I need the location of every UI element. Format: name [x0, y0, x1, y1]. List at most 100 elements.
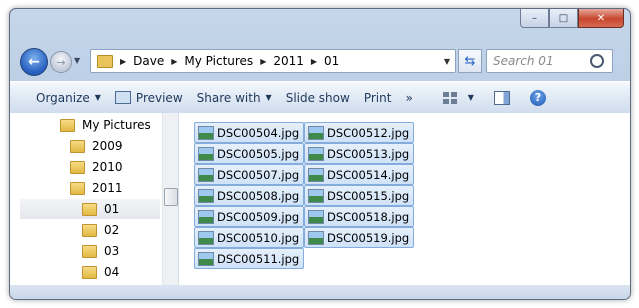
breadcrumb-dave[interactable]: Dave [133, 54, 164, 68]
preview-pane-button[interactable] [493, 90, 510, 105]
file-name: DSC00514.jpg [327, 167, 410, 182]
image-file-icon [198, 167, 214, 182]
tree-item-label: 2009 [92, 139, 123, 153]
tree-item-03[interactable]: 03 [82, 241, 119, 261]
file-name: DSC00504.jpg [217, 125, 300, 140]
navigation-pane: My Pictures 2009 2010 2011 01 02 03 04 [10, 113, 179, 285]
file-item[interactable]: DSC00513.jpg [304, 143, 415, 164]
close-button[interactable]: ✕ [578, 9, 624, 28]
tree-item-01[interactable]: 01 [20, 199, 160, 219]
address-bar[interactable]: ▶ Dave ▶ My Pictures ▶ 2011 ▶ 01 ▼ [90, 49, 456, 73]
tree-item-label: 2010 [92, 160, 123, 174]
folder-icon [60, 118, 75, 132]
file-name: DSC00518.jpg [327, 209, 410, 224]
scrollbar-thumb[interactable] [164, 188, 178, 206]
folder-icon [82, 223, 97, 237]
file-item[interactable]: DSC00511.jpg [194, 248, 305, 269]
back-button[interactable]: ← [20, 48, 48, 76]
breadcrumb-my-pictures[interactable]: My Pictures [184, 54, 253, 68]
change-view-button[interactable]: ▼ [442, 91, 474, 104]
maximize-button[interactable]: □ [549, 9, 578, 28]
file-item[interactable]: DSC00504.jpg [194, 122, 305, 143]
file-name: DSC00515.jpg [327, 188, 410, 203]
tree-scrollbar[interactable] [162, 113, 178, 285]
address-dropdown-button[interactable]: ▼ [439, 50, 455, 72]
more-commands-button[interactable]: » [405, 91, 412, 105]
print-label: Print [363, 90, 392, 105]
organize-button[interactable]: Organize ▼ [36, 91, 101, 105]
breadcrumb-separator[interactable]: ▶ [311, 57, 317, 66]
slide-show-label: Slide show [285, 90, 350, 105]
search-icon[interactable] [590, 54, 604, 68]
image-file-icon [308, 146, 324, 161]
breadcrumb-separator[interactable]: ▶ [260, 57, 266, 66]
preview-pane-icon [493, 90, 510, 105]
tree-item-2009[interactable]: 2009 [70, 136, 123, 156]
file-item[interactable]: DSC00505.jpg [194, 143, 305, 164]
image-file-icon [198, 209, 214, 224]
tree-item-my-pictures[interactable]: My Pictures [60, 115, 151, 135]
recent-pages-dropdown[interactable]: ▼ [74, 56, 80, 65]
file-item[interactable]: DSC00514.jpg [304, 164, 415, 185]
file-item[interactable]: DSC00512.jpg [304, 122, 415, 143]
file-item[interactable]: DSC00519.jpg [304, 227, 415, 248]
tree-item-label: 01 [104, 202, 120, 216]
help-icon: ? [529, 89, 546, 106]
file-item[interactable]: DSC00509.jpg [194, 206, 305, 227]
tree-item-02[interactable]: 02 [82, 220, 119, 240]
file-name: DSC00510.jpg [217, 230, 300, 245]
breadcrumb-01[interactable]: 01 [324, 54, 339, 68]
folder-icon [70, 139, 85, 153]
breadcrumb-2011[interactable]: 2011 [273, 54, 304, 68]
tree-item-2011[interactable]: 2011 [70, 178, 123, 198]
forward-button[interactable]: → [50, 51, 72, 73]
file-item[interactable]: DSC00510.jpg [194, 227, 305, 248]
organize-label: Organize [36, 90, 90, 105]
file-name: DSC00507.jpg [217, 167, 300, 182]
image-file-icon [198, 251, 214, 266]
print-button[interactable]: Print [364, 91, 392, 105]
image-file-icon [308, 230, 324, 245]
file-name: DSC00509.jpg [217, 209, 300, 224]
file-name: DSC00513.jpg [327, 146, 410, 161]
preview-icon [114, 91, 131, 104]
image-file-icon [198, 146, 214, 161]
image-file-icon [308, 125, 324, 140]
file-name: DSC00505.jpg [217, 146, 300, 161]
tree-item-label: My Pictures [82, 118, 151, 132]
minimize-button[interactable]: – [520, 9, 549, 28]
slide-show-button[interactable]: Slide show [286, 91, 350, 105]
file-name: DSC00511.jpg [217, 251, 300, 266]
file-item[interactable]: DSC00508.jpg [194, 185, 305, 206]
folder-icon [82, 265, 97, 279]
file-name: DSC00512.jpg [327, 125, 410, 140]
breadcrumb-separator[interactable]: ▶ [171, 57, 177, 66]
search-box[interactable]: Search 01 [486, 49, 613, 73]
file-item[interactable]: DSC00518.jpg [304, 206, 415, 227]
folder-icon [70, 160, 85, 174]
folder-icon [97, 54, 113, 68]
tree-item-label: 02 [104, 223, 120, 237]
file-name: DSC00508.jpg [217, 188, 300, 203]
search-input[interactable]: Search 01 [493, 54, 590, 68]
tree-item-label: 04 [104, 265, 120, 279]
tree-item-2010[interactable]: 2010 [70, 157, 123, 177]
preview-button[interactable]: Preview [114, 91, 183, 105]
caption-buttons: – □ ✕ [520, 9, 624, 28]
back-arrow-icon: ← [28, 54, 40, 70]
file-item[interactable]: DSC00507.jpg [194, 164, 305, 185]
chevron-down-icon: ▼ [94, 93, 101, 102]
share-with-button[interactable]: Share with ▼ [197, 91, 272, 105]
help-button[interactable]: ? [529, 89, 546, 106]
tree-item-04[interactable]: 04 [82, 262, 119, 282]
folder-icon [70, 181, 85, 195]
navigation-bar: ← → ▼ ▶ Dave ▶ My Pictures ▶ 2011 ▶ 01 ▼… [10, 45, 630, 76]
file-item[interactable]: DSC00515.jpg [304, 185, 415, 206]
image-file-icon [308, 167, 324, 182]
views-icon [442, 91, 457, 104]
share-with-label: Share with [196, 90, 261, 105]
tree-item-label: 03 [104, 244, 120, 258]
breadcrumb-separator[interactable]: ▶ [120, 57, 126, 66]
file-name: DSC00519.jpg [327, 230, 410, 245]
refresh-button[interactable]: ⇆ [458, 49, 482, 73]
